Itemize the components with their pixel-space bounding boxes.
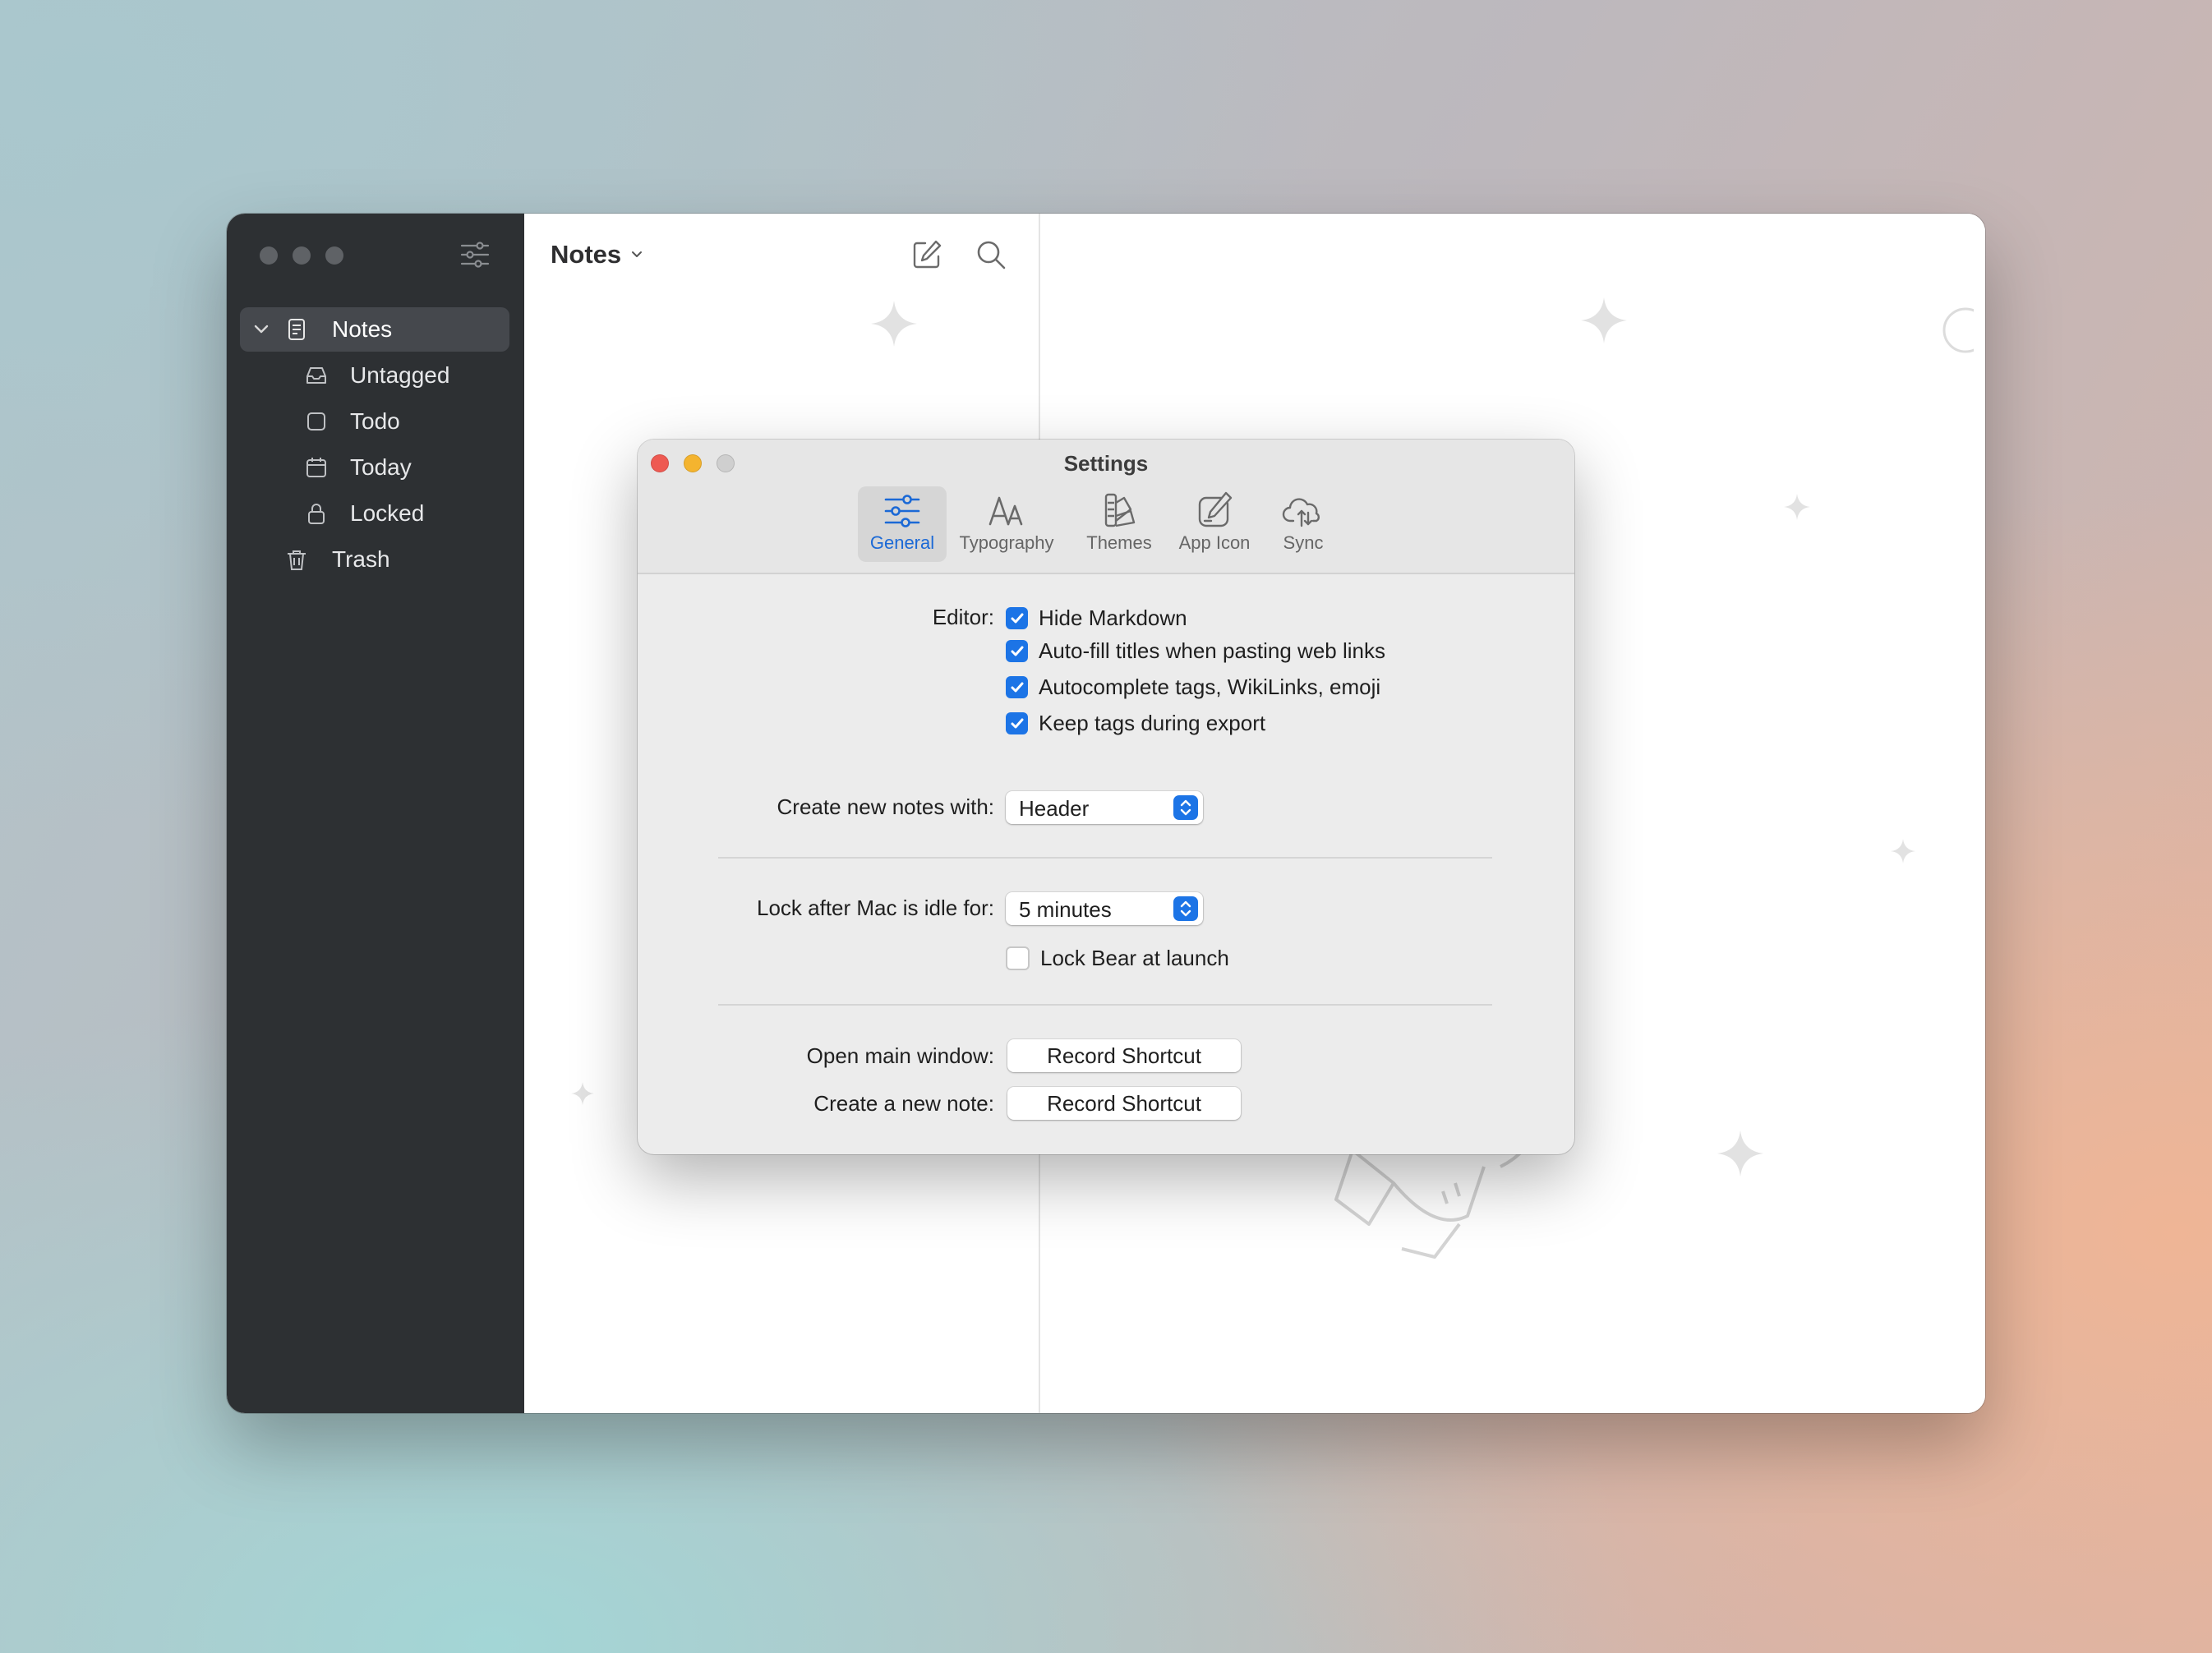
sparkle-icon — [1581, 297, 1627, 343]
option-label: Auto-fill titles when pasting web links — [1039, 638, 1385, 663]
select-value: 5 minutes — [1019, 897, 1112, 922]
tab-general[interactable]: General — [858, 486, 947, 562]
notes-icon — [288, 319, 305, 340]
app-icon-pencil-icon — [1198, 491, 1233, 527]
chevron-down-icon — [632, 251, 643, 257]
option-label: Keep tags during export — [1039, 711, 1266, 735]
tab-label: Themes — [1086, 532, 1152, 553]
checkbox-checked[interactable] — [1006, 676, 1028, 698]
checkbox-icon — [307, 412, 325, 431]
section-divider — [718, 857, 1492, 859]
sidebar-item-label: Locked — [350, 500, 425, 526]
sparkle-icon — [1891, 839, 1915, 863]
checkmark-icon — [1011, 682, 1023, 692]
autofill-titles-option[interactable]: Auto-fill titles when pasting web links — [1006, 638, 1385, 664]
checkbox-checked[interactable] — [1006, 607, 1028, 629]
checkmark-icon — [1011, 718, 1023, 728]
sidebar-item-label: Notes — [332, 316, 393, 342]
record-shortcut-open-main-button[interactable]: Record Shortcut — [1007, 1039, 1241, 1072]
section-divider — [718, 1004, 1492, 1006]
tab-label: Typography — [959, 532, 1054, 553]
editor-label: Editor: — [932, 605, 994, 629]
sidebar-item-label: Todo — [350, 408, 400, 434]
trash-icon — [288, 550, 306, 570]
tab-sync[interactable]: Sync — [1269, 486, 1338, 562]
checkbox-unchecked[interactable] — [1006, 946, 1030, 970]
sidebar: Notes Untagged Todo Today Locked Trash — [227, 214, 524, 1413]
tray-icon — [306, 367, 326, 384]
settings-title: Settings — [1063, 451, 1149, 476]
sidebar-item-todo[interactable]: Todo — [240, 399, 509, 444]
open-main-window-label: Open main window: — [806, 1043, 994, 1068]
option-label: Autocomplete tags, WikiLinks, emoji — [1039, 675, 1381, 699]
tab-label: General — [869, 532, 935, 553]
tab-label: Sync — [1283, 532, 1324, 553]
sparkle-icon — [1717, 1130, 1763, 1176]
checkmark-icon — [1011, 613, 1023, 623]
select-value: Header — [1019, 796, 1090, 821]
search-icon[interactable] — [973, 237, 1009, 273]
option-label: Lock Bear at launch — [1040, 946, 1229, 970]
sidebar-item-locked[interactable]: Locked — [240, 491, 509, 536]
sidebar-item-label: Today — [350, 454, 412, 480]
create-notes-label: Create new notes with: — [777, 794, 994, 819]
lock-idle-select[interactable]: 5 minutes — [1006, 892, 1203, 925]
zoom-button[interactable] — [325, 246, 343, 265]
notes-list-title[interactable]: Notes — [551, 240, 644, 269]
planet-illustration-icon — [1942, 307, 1974, 353]
sidebar-item-label: Trash — [332, 546, 390, 572]
create-new-note-label: Create a new note: — [813, 1091, 994, 1116]
checkbox-checked[interactable] — [1006, 712, 1028, 734]
option-label: Hide Markdown — [1039, 605, 1187, 630]
tab-typography[interactable]: Typography — [955, 486, 1058, 562]
sidebar-item-untagged[interactable]: Untagged — [240, 353, 509, 398]
tab-label: App Icon — [1178, 532, 1251, 553]
keep-tags-option[interactable]: Keep tags during export — [1006, 711, 1265, 736]
hide-markdown-option[interactable]: Hide Markdown — [1006, 605, 1187, 631]
notes-title-text: Notes — [551, 240, 622, 269]
tab-themes[interactable]: Themes — [1078, 486, 1160, 562]
checkmark-icon — [1011, 646, 1023, 656]
cloud-sync-icon — [1282, 498, 1320, 527]
sparkle-icon — [871, 301, 917, 347]
minimize-button[interactable] — [293, 246, 311, 265]
create-notes-select[interactable]: Header — [1006, 791, 1203, 824]
settings-window: Settings General Typography Themes App I… — [638, 440, 1574, 1154]
sidebar-item-today[interactable]: Today — [240, 445, 509, 490]
lock-at-launch-option[interactable]: Lock Bear at launch — [1006, 946, 1229, 971]
filter-sliders-icon[interactable] — [459, 238, 491, 271]
settings-toolbar: Settings General Typography Themes App I… — [638, 440, 1574, 574]
sparkle-icon — [1784, 494, 1810, 520]
lock-icon — [308, 504, 325, 524]
checkbox-checked[interactable] — [1006, 640, 1028, 662]
calendar-icon — [306, 458, 326, 477]
sidebar-item-notes[interactable]: Notes — [240, 307, 509, 352]
sidebar-item-label: Untagged — [350, 362, 450, 388]
lock-idle-label: Lock after Mac is idle for: — [757, 896, 994, 920]
sparkle-icon — [571, 1082, 594, 1105]
tab-app-icon[interactable]: App Icon — [1172, 486, 1257, 562]
window-controls-inactive — [260, 246, 343, 265]
sidebar-item-trash[interactable]: Trash — [240, 537, 509, 582]
updown-arrows-icon — [1173, 896, 1198, 921]
sliders-icon — [884, 495, 920, 527]
chevron-down-icon[interactable] — [251, 320, 271, 339]
close-button[interactable] — [260, 246, 278, 265]
compose-icon[interactable] — [909, 237, 945, 273]
autocomplete-option[interactable]: Autocomplete tags, WikiLinks, emoji — [1006, 675, 1380, 700]
updown-arrows-icon — [1173, 795, 1198, 820]
typography-icon — [988, 496, 1023, 526]
record-shortcut-new-note-button[interactable]: Record Shortcut — [1007, 1087, 1241, 1120]
swatches-icon — [1104, 493, 1136, 527]
